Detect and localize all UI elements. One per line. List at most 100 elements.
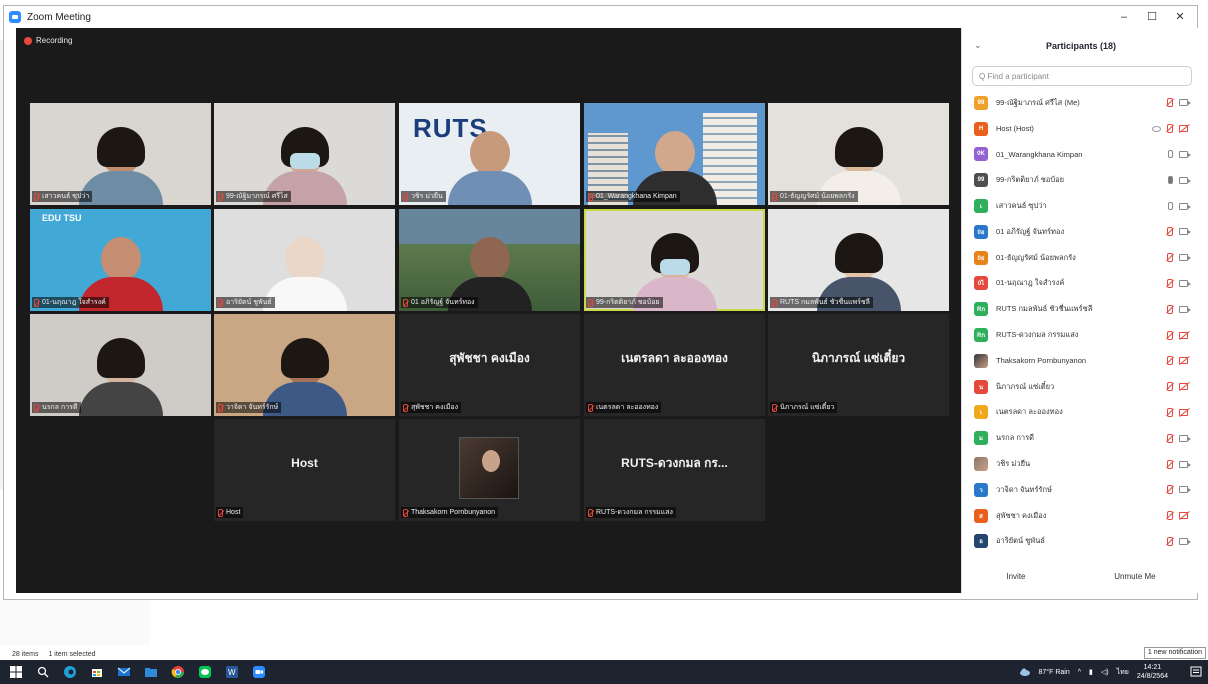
search-icon[interactable] (32, 661, 54, 683)
participant-row[interactable]: Rก RUTS กมลพันธ์ ชัวชื่นแพร์ชลี (962, 296, 1200, 322)
video-tile[interactable]: Thaksakorn Pornbunyanon (399, 419, 580, 521)
mic-off-icon[interactable] (1167, 485, 1173, 495)
video-tile[interactable]: Host Host (214, 419, 395, 521)
video-icon[interactable] (1179, 99, 1191, 107)
invite-button[interactable]: Invite (996, 568, 1035, 585)
notification-toast[interactable]: 1 new notification (1143, 647, 1206, 659)
participant-row[interactable]: ม นรกล การดี (962, 425, 1200, 451)
video-tile[interactable]: EDU TSU 01-นฤณาฎ ใจสำรงค์ (30, 209, 211, 311)
participant-row[interactable]: 0K 01_Warangkhana Kimpan (962, 142, 1200, 168)
video-icon[interactable] (1179, 228, 1191, 236)
video-tile[interactable]: RUTS วชิร ม่วยืน (399, 103, 580, 205)
video-off-icon[interactable] (1179, 383, 1188, 391)
video-tile[interactable]: 99-กริตติยาภ์ ชอบ้อย (584, 209, 765, 311)
participant-row[interactable]: อ อาริยัตน์ ชูพันธ์ (962, 529, 1200, 555)
word-app-icon[interactable]: W (221, 661, 243, 683)
participant-row[interactable]: น นิภาภรณ์ แซ่เตี๋ยว (962, 374, 1200, 400)
store-icon[interactable] (86, 661, 108, 683)
mic-icon[interactable] (1168, 150, 1173, 159)
participant-row[interactable]: ส สุพัชชา คงเมือง (962, 503, 1200, 529)
network-icon[interactable]: ▮ (1089, 668, 1093, 676)
mic-off-icon[interactable] (1167, 511, 1173, 521)
language-icon[interactable]: ไทย (1117, 667, 1129, 678)
mic-icon[interactable] (1168, 202, 1173, 211)
mic-off-icon[interactable] (1167, 356, 1173, 366)
volume-icon[interactable]: ◁) (1101, 668, 1109, 676)
action-center-icon[interactable] (1188, 664, 1204, 680)
recording-indicator[interactable]: Recording (24, 36, 72, 45)
maximize-button[interactable]: ☐ (1139, 6, 1165, 28)
mic-off-icon[interactable] (1167, 227, 1173, 237)
torso (447, 171, 532, 205)
video-tile[interactable]: RUTS กมลพันธ์ ชัวชื่นแพร์ชลี (768, 209, 949, 311)
participant-row[interactable]: Thaksakorn Pornbunyanon (962, 348, 1200, 374)
video-icon[interactable] (1179, 279, 1191, 287)
mic-off-icon[interactable] (1167, 330, 1173, 340)
video-icon[interactable] (1179, 254, 1191, 262)
video-tile[interactable]: วาจิดา จันทร์รักษ์ (214, 314, 395, 416)
taskbar-clock[interactable]: 14:21 24/8/2564 (1137, 663, 1168, 681)
video-icon[interactable] (1179, 202, 1191, 210)
video-tile[interactable]: อาริยัตน์ ชูพันธ์ (214, 209, 395, 311)
file-explorer-icon[interactable] (140, 661, 162, 683)
mic-icon[interactable] (1168, 176, 1173, 185)
video-tile[interactable]: เสาวคนธ์ ซุปว่า (30, 103, 211, 205)
chrome-icon[interactable] (167, 661, 189, 683)
video-off-icon[interactable] (1179, 125, 1188, 133)
video-tile[interactable]: 01 อภิรัญฐ์ จันทร์ทอง (399, 209, 580, 311)
video-tile[interactable]: สุพัชชา คงเมือง สุพัชชา คงเมือง (399, 314, 580, 416)
participant-row[interactable]: 99 99-กริตติยาภ์ ชอบ้อย (962, 167, 1200, 193)
video-icon[interactable] (1179, 460, 1191, 468)
mic-off-icon[interactable] (1167, 382, 1173, 392)
tray-chevron-icon[interactable]: ^ (1078, 669, 1081, 676)
participant-row[interactable]: 0อ 01 อภิรัญฐ์ จันทร์ทอง (962, 219, 1200, 245)
video-tile[interactable]: เนตรลดา ละอองทอง เนตรลดา ละอองทอง (584, 314, 765, 416)
minimize-button[interactable]: – (1111, 6, 1137, 28)
video-icon[interactable] (1179, 176, 1191, 184)
participant-figure (447, 131, 532, 205)
video-icon[interactable] (1179, 434, 1191, 442)
video-icon[interactable] (1179, 537, 1191, 545)
mic-off-icon[interactable] (1167, 407, 1173, 417)
participant-row[interactable]: เ เนตรลดา ละอองทอง (962, 400, 1200, 426)
participant-search-input[interactable]: Q Find a participant (972, 66, 1192, 86)
participant-row[interactable]: วชิร ม่วยืน (962, 451, 1200, 477)
mic-off-icon[interactable] (1167, 304, 1173, 314)
mic-off-icon[interactable] (1167, 98, 1173, 108)
zoom-taskbar-icon[interactable] (248, 661, 270, 683)
start-windows-icon[interactable] (5, 661, 27, 683)
mail-icon[interactable] (113, 661, 135, 683)
mic-off-icon[interactable] (1167, 124, 1173, 134)
video-icon[interactable] (1179, 305, 1191, 313)
participant-row[interactable]: เ เสาวคนธ์ ซุปว่า (962, 193, 1200, 219)
participant-row[interactable]: H Host (Host) (962, 116, 1200, 142)
video-off-icon[interactable] (1179, 408, 1188, 416)
participant-row[interactable]: ว วาจิดา จันทร์รักษ์ (962, 477, 1200, 503)
participant-row[interactable]: Rก RUTS-ดวงกมล กรรมแสง (962, 322, 1200, 348)
video-tile[interactable]: 99-ณัฐิมาภรณ์ ศรีไส (214, 103, 395, 205)
participant-row[interactable]: 99 99-ณัฐิมาภรณ์ ศรีไส (Me) (962, 90, 1200, 116)
video-off-icon[interactable] (1179, 512, 1188, 520)
mic-off-icon[interactable] (1167, 253, 1173, 263)
edge-browser-icon[interactable] (59, 661, 81, 683)
participant-row[interactable]: 0ธ 01-ธัญญรัศม์ น้อยพลกรัง (962, 245, 1200, 271)
video-tile[interactable]: 01-ธัญญรัศม์ น้อยพลกรัง (768, 103, 949, 205)
video-icon[interactable] (1179, 150, 1191, 158)
mic-off-icon[interactable] (1167, 459, 1173, 469)
video-tile[interactable]: 01_Warangkhana Kimpan (584, 103, 765, 205)
line-app-icon[interactable] (194, 661, 216, 683)
mic-off-icon[interactable] (1167, 433, 1173, 443)
weather-text[interactable]: 87°F Rain (1039, 669, 1070, 676)
video-tile[interactable]: RUTS-ดวงกมล กร... RUTS-ดวงกมล กรรมแสง (584, 419, 765, 521)
video-icon[interactable] (1179, 486, 1191, 494)
video-off-icon[interactable] (1179, 357, 1188, 365)
participant-name: 99-ณัฐิมาภรณ์ ศรีไส (Me) (996, 97, 1080, 107)
video-tile[interactable]: นิภาภรณ์ แซ่เตี๋ยว นิภาภรณ์ แซ่เตี๋ยว (768, 314, 949, 416)
mic-off-icon[interactable] (1167, 278, 1173, 288)
video-off-icon[interactable] (1179, 331, 1188, 339)
close-button[interactable]: ✕ (1167, 6, 1193, 28)
video-tile[interactable]: นรกล การดี (30, 314, 211, 416)
participant-row[interactable]: 0ไ 01-นฤณาฎ ใจสำรงค์ (962, 271, 1200, 297)
mic-off-icon[interactable] (1167, 536, 1173, 546)
unmute-me-button[interactable]: Unmute Me (1104, 568, 1165, 585)
